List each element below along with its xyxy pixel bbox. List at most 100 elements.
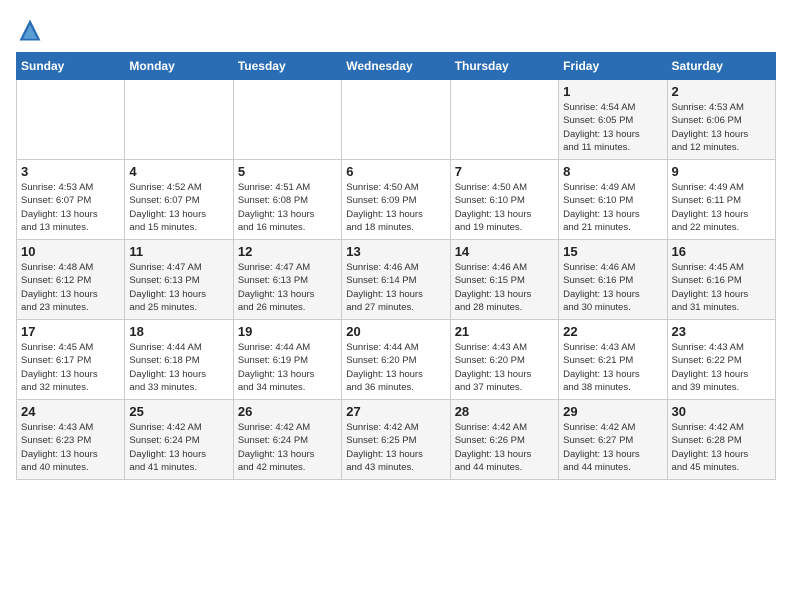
day-number: 29 bbox=[563, 404, 662, 419]
calendar-cell: 13 Sunrise: 4:46 AM Sunset: 6:14 PM Dayli… bbox=[342, 240, 450, 320]
calendar-cell: 17 Sunrise: 4:45 AM Sunset: 6:17 PM Dayli… bbox=[17, 320, 125, 400]
day-info: Sunrise: 4:53 AM Sunset: 6:06 PM Dayligh… bbox=[672, 101, 771, 154]
calendar-cell: 7Sunrise: 4:50 AM Sunset: 6:10 PM Daylig… bbox=[450, 160, 558, 240]
day-info: Sunrise: 4:46 AM Sunset: 6:16 PM Dayligh… bbox=[563, 261, 662, 314]
day-number: 28 bbox=[455, 404, 554, 419]
day-number: 8 bbox=[563, 164, 662, 179]
calendar-cell: 27 Sunrise: 4:42 AM Sunset: 6:25 PM Dayli… bbox=[342, 400, 450, 480]
week-row-5: 24 Sunrise: 4:43 AM Sunset: 6:23 PM Dayli… bbox=[17, 400, 776, 480]
day-number: 27 bbox=[346, 404, 445, 419]
day-info: Sunrise: 4:42 AM Sunset: 6:27 PM Dayligh… bbox=[563, 421, 662, 474]
calendar-table: SundayMondayTuesdayWednesdayThursdayFrid… bbox=[16, 52, 776, 480]
logo bbox=[16, 16, 48, 44]
day-number: 6 bbox=[346, 164, 445, 179]
day-number: 9 bbox=[672, 164, 771, 179]
day-number: 7 bbox=[455, 164, 554, 179]
day-info: Sunrise: 4:51 AM Sunset: 6:08 PM Dayligh… bbox=[238, 181, 337, 234]
day-header-wednesday: Wednesday bbox=[342, 53, 450, 80]
day-header-tuesday: Tuesday bbox=[233, 53, 341, 80]
day-info: Sunrise: 4:53 AM Sunset: 6:07 PM Dayligh… bbox=[21, 181, 120, 234]
day-info: Sunrise: 4:49 AM Sunset: 6:11 PM Dayligh… bbox=[672, 181, 771, 234]
calendar-cell: 18 Sunrise: 4:44 AM Sunset: 6:18 PM Dayli… bbox=[125, 320, 233, 400]
day-info: Sunrise: 4:45 AM Sunset: 6:16 PM Dayligh… bbox=[672, 261, 771, 314]
day-number: 18 bbox=[129, 324, 228, 339]
calendar-cell: 22 Sunrise: 4:43 AM Sunset: 6:21 PM Dayli… bbox=[559, 320, 667, 400]
calendar-cell: 1 Sunrise: 4:54 AM Sunset: 6:05 PM Daylig… bbox=[559, 80, 667, 160]
day-info: Sunrise: 4:43 AM Sunset: 6:20 PM Dayligh… bbox=[455, 341, 554, 394]
day-info: Sunrise: 4:46 AM Sunset: 6:15 PM Dayligh… bbox=[455, 261, 554, 314]
day-info: Sunrise: 4:54 AM Sunset: 6:05 PM Dayligh… bbox=[563, 101, 662, 154]
day-info: Sunrise: 4:42 AM Sunset: 6:26 PM Dayligh… bbox=[455, 421, 554, 474]
day-number: 26 bbox=[238, 404, 337, 419]
day-number: 24 bbox=[21, 404, 120, 419]
days-header-row: SundayMondayTuesdayWednesdayThursdayFrid… bbox=[17, 53, 776, 80]
day-info: Sunrise: 4:45 AM Sunset: 6:17 PM Dayligh… bbox=[21, 341, 120, 394]
day-info: Sunrise: 4:52 AM Sunset: 6:07 PM Dayligh… bbox=[129, 181, 228, 234]
page-header bbox=[16, 16, 776, 44]
day-info: Sunrise: 4:44 AM Sunset: 6:18 PM Dayligh… bbox=[129, 341, 228, 394]
calendar-cell: 21 Sunrise: 4:43 AM Sunset: 6:20 PM Dayli… bbox=[450, 320, 558, 400]
calendar-cell: 3 Sunrise: 4:53 AM Sunset: 6:07 PM Daylig… bbox=[17, 160, 125, 240]
calendar-cell: 16 Sunrise: 4:45 AM Sunset: 6:16 PM Dayli… bbox=[667, 240, 775, 320]
day-info: Sunrise: 4:47 AM Sunset: 6:13 PM Dayligh… bbox=[129, 261, 228, 314]
day-number: 1 bbox=[563, 84, 662, 99]
calendar-cell: 20 Sunrise: 4:44 AM Sunset: 6:20 PM Dayli… bbox=[342, 320, 450, 400]
week-row-3: 10 Sunrise: 4:48 AM Sunset: 6:12 PM Dayli… bbox=[17, 240, 776, 320]
day-info: Sunrise: 4:48 AM Sunset: 6:12 PM Dayligh… bbox=[21, 261, 120, 314]
day-number: 5 bbox=[238, 164, 337, 179]
day-info: Sunrise: 4:42 AM Sunset: 6:24 PM Dayligh… bbox=[129, 421, 228, 474]
calendar-cell: 10 Sunrise: 4:48 AM Sunset: 6:12 PM Dayli… bbox=[17, 240, 125, 320]
day-info: Sunrise: 4:49 AM Sunset: 6:10 PM Dayligh… bbox=[563, 181, 662, 234]
day-header-sunday: Sunday bbox=[17, 53, 125, 80]
day-header-thursday: Thursday bbox=[450, 53, 558, 80]
calendar-cell bbox=[342, 80, 450, 160]
day-number: 13 bbox=[346, 244, 445, 259]
calendar-cell: 8 Sunrise: 4:49 AM Sunset: 6:10 PM Daylig… bbox=[559, 160, 667, 240]
day-number: 22 bbox=[563, 324, 662, 339]
week-row-1: 1 Sunrise: 4:54 AM Sunset: 6:05 PM Daylig… bbox=[17, 80, 776, 160]
calendar-cell: 14Sunrise: 4:46 AM Sunset: 6:15 PM Dayli… bbox=[450, 240, 558, 320]
calendar-cell bbox=[233, 80, 341, 160]
day-number: 30 bbox=[672, 404, 771, 419]
calendar-cell: 9 Sunrise: 4:49 AM Sunset: 6:11 PM Daylig… bbox=[667, 160, 775, 240]
day-info: Sunrise: 4:43 AM Sunset: 6:21 PM Dayligh… bbox=[563, 341, 662, 394]
calendar-cell: 24 Sunrise: 4:43 AM Sunset: 6:23 PM Dayli… bbox=[17, 400, 125, 480]
day-info: Sunrise: 4:46 AM Sunset: 6:14 PM Dayligh… bbox=[346, 261, 445, 314]
day-header-saturday: Saturday bbox=[667, 53, 775, 80]
logo-icon bbox=[16, 16, 44, 44]
day-number: 10 bbox=[21, 244, 120, 259]
day-number: 16 bbox=[672, 244, 771, 259]
calendar-cell: 23 Sunrise: 4:43 AM Sunset: 6:22 PM Dayli… bbox=[667, 320, 775, 400]
day-info: Sunrise: 4:42 AM Sunset: 6:24 PM Dayligh… bbox=[238, 421, 337, 474]
calendar-cell: 4 Sunrise: 4:52 AM Sunset: 6:07 PM Daylig… bbox=[125, 160, 233, 240]
calendar-cell: 25 Sunrise: 4:42 AM Sunset: 6:24 PM Dayli… bbox=[125, 400, 233, 480]
calendar-cell: 30 Sunrise: 4:42 AM Sunset: 6:28 PM Dayli… bbox=[667, 400, 775, 480]
day-number: 3 bbox=[21, 164, 120, 179]
day-info: Sunrise: 4:43 AM Sunset: 6:23 PM Dayligh… bbox=[21, 421, 120, 474]
day-number: 4 bbox=[129, 164, 228, 179]
week-row-4: 17 Sunrise: 4:45 AM Sunset: 6:17 PM Dayli… bbox=[17, 320, 776, 400]
day-info: Sunrise: 4:44 AM Sunset: 6:19 PM Dayligh… bbox=[238, 341, 337, 394]
calendar-cell: 2Sunrise: 4:53 AM Sunset: 6:06 PM Daylig… bbox=[667, 80, 775, 160]
calendar-cell: 19 Sunrise: 4:44 AM Sunset: 6:19 PM Dayli… bbox=[233, 320, 341, 400]
calendar-cell: 5 Sunrise: 4:51 AM Sunset: 6:08 PM Daylig… bbox=[233, 160, 341, 240]
day-info: Sunrise: 4:44 AM Sunset: 6:20 PM Dayligh… bbox=[346, 341, 445, 394]
day-number: 23 bbox=[672, 324, 771, 339]
calendar-cell: 29 Sunrise: 4:42 AM Sunset: 6:27 PM Dayli… bbox=[559, 400, 667, 480]
calendar-cell bbox=[17, 80, 125, 160]
day-header-monday: Monday bbox=[125, 53, 233, 80]
day-info: Sunrise: 4:42 AM Sunset: 6:28 PM Dayligh… bbox=[672, 421, 771, 474]
calendar-cell bbox=[125, 80, 233, 160]
day-number: 19 bbox=[238, 324, 337, 339]
day-info: Sunrise: 4:42 AM Sunset: 6:25 PM Dayligh… bbox=[346, 421, 445, 474]
calendar-cell: 15Sunrise: 4:46 AM Sunset: 6:16 PM Dayli… bbox=[559, 240, 667, 320]
calendar-cell bbox=[450, 80, 558, 160]
day-number: 25 bbox=[129, 404, 228, 419]
day-number: 21 bbox=[455, 324, 554, 339]
day-number: 20 bbox=[346, 324, 445, 339]
day-header-friday: Friday bbox=[559, 53, 667, 80]
calendar-cell: 6Sunrise: 4:50 AM Sunset: 6:09 PM Daylig… bbox=[342, 160, 450, 240]
day-number: 17 bbox=[21, 324, 120, 339]
day-info: Sunrise: 4:43 AM Sunset: 6:22 PM Dayligh… bbox=[672, 341, 771, 394]
calendar-cell: 12Sunrise: 4:47 AM Sunset: 6:13 PM Dayli… bbox=[233, 240, 341, 320]
